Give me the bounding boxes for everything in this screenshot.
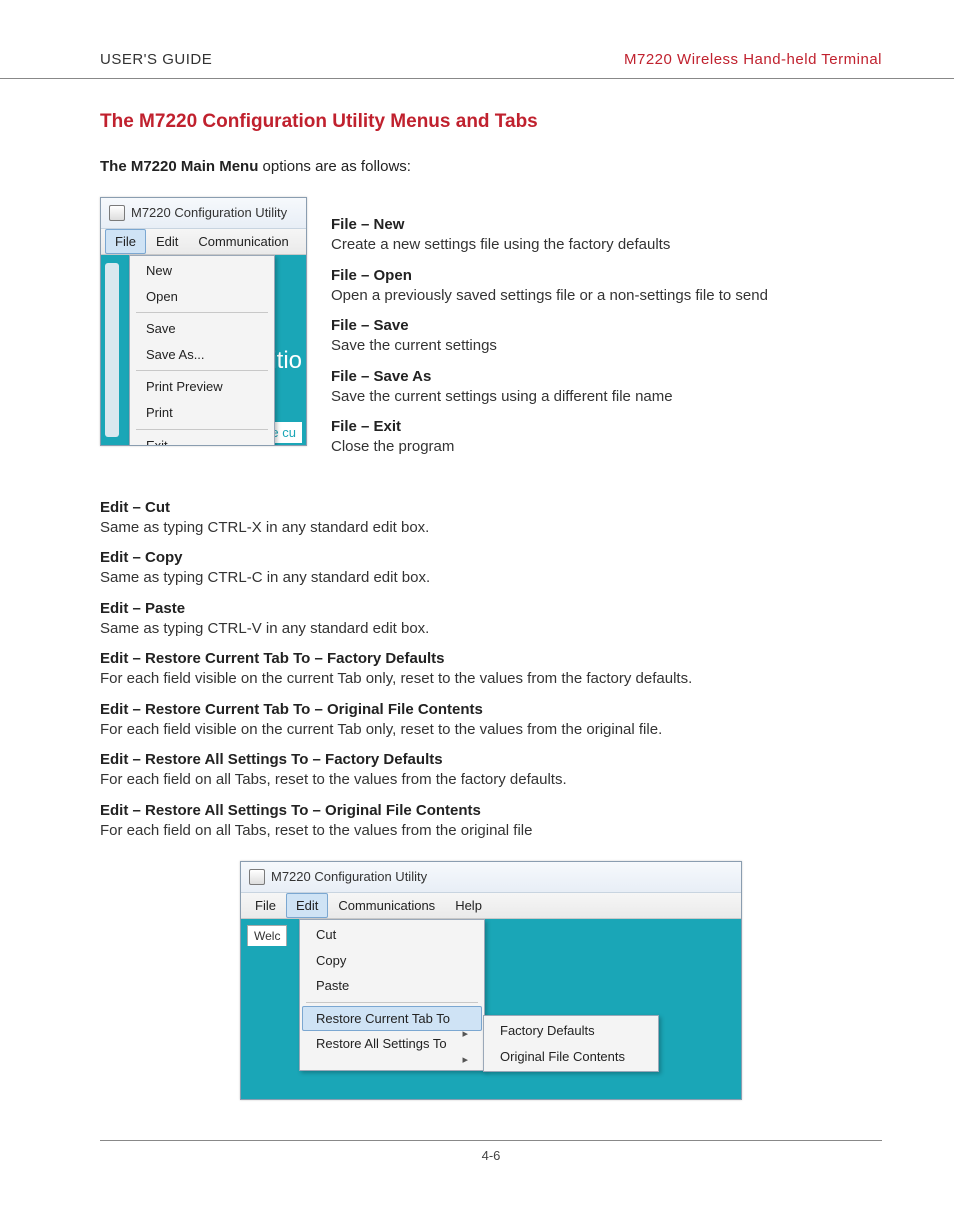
menu-separator xyxy=(136,312,268,313)
desc-item: Edit – Restore All Settings To – Factory… xyxy=(100,750,882,791)
desc-item: File – Save As Save the current settings… xyxy=(331,367,882,408)
window-titlebar: M7220 Configuration Utility xyxy=(101,198,306,229)
desc-item: File – Open Open a previously saved sett… xyxy=(331,266,882,307)
desc-title: Edit – Restore Current Tab To – Factory … xyxy=(100,649,882,669)
desc-title: File – Save As xyxy=(331,367,882,387)
screenshot-edit-wrap: M7220 Configuration Utility File Edit Co… xyxy=(100,861,882,1100)
page-header: USER'S GUIDE M7220 Wireless Hand-held Te… xyxy=(100,50,882,70)
desc-title: Edit – Copy xyxy=(100,548,882,568)
file-menu-descriptions: File – New Create a new settings file us… xyxy=(331,197,882,468)
menu-file[interactable]: File xyxy=(245,893,286,919)
window-body: itio Retrieve cu New Open Save Save As..… xyxy=(101,255,306,445)
menu-item-restore-all-settings[interactable]: Restore All Settings To xyxy=(302,1031,482,1057)
submenu-item-factory-defaults[interactable]: Factory Defaults xyxy=(486,1018,656,1044)
menu-separator xyxy=(136,370,268,371)
window-titlebar: M7220 Configuration Utility xyxy=(241,862,741,893)
menu-separator xyxy=(306,1002,478,1003)
intro-rest: options are as follows: xyxy=(258,158,411,175)
window-title: M7220 Configuration Utility xyxy=(271,868,427,886)
screenshot-file-menu: M7220 Configuration Utility File Edit Co… xyxy=(100,197,307,446)
menu-communications[interactable]: Communications xyxy=(328,893,445,919)
desc-item: Edit – Restore Current Tab To – Factory … xyxy=(100,649,882,690)
desc-text: For each field on all Tabs, reset to the… xyxy=(100,821,882,841)
menu-item-saveas[interactable]: Save As... xyxy=(132,342,272,368)
menubar: File Edit Communications Help xyxy=(241,893,741,920)
desc-text: Open a previously saved settings file or… xyxy=(331,286,882,306)
menu-item-open[interactable]: Open xyxy=(132,284,272,310)
menu-edit[interactable]: Edit xyxy=(146,229,188,255)
menu-separator xyxy=(136,429,268,430)
desc-text: Same as typing CTRL-V in any standard ed… xyxy=(100,619,882,639)
file-dropdown: New Open Save Save As... Print Preview P… xyxy=(129,255,275,445)
edit-menu-descriptions: Edit – Cut Same as typing CTRL-X in any … xyxy=(100,498,882,842)
menu-edit[interactable]: Edit xyxy=(286,893,328,919)
desc-item: Edit – Copy Same as typing CTRL-C in any… xyxy=(100,548,882,589)
desc-item: File – New Create a new settings file us… xyxy=(331,215,882,256)
menu-item-restore-current-tab[interactable]: Restore Current Tab To xyxy=(302,1006,482,1032)
desc-item: File – Exit Close the program xyxy=(331,417,882,458)
menubar: File Edit Communication xyxy=(101,229,306,256)
menu-item-copy[interactable]: Copy xyxy=(302,948,482,974)
menu-file[interactable]: File xyxy=(105,229,146,255)
desc-title: File – Exit xyxy=(331,417,882,437)
header-right: M7220 Wireless Hand-held Terminal xyxy=(624,50,882,70)
document-page: USER'S GUIDE M7220 Wireless Hand-held Te… xyxy=(0,0,954,1205)
edit-dropdown: Cut Copy Paste Restore Current Tab To Re… xyxy=(299,919,485,1071)
app-icon xyxy=(109,205,125,221)
menu-item-new[interactable]: New xyxy=(132,258,272,284)
header-rule xyxy=(0,78,954,79)
desc-text: For each field visible on the current Ta… xyxy=(100,720,882,740)
desc-text: For each field visible on the current Ta… xyxy=(100,669,882,689)
desc-item: Edit – Cut Same as typing CTRL-X in any … xyxy=(100,498,882,539)
intro-bold: The M7220 Main Menu xyxy=(100,158,258,175)
desc-text: Same as typing CTRL-C in any standard ed… xyxy=(100,568,882,588)
menu-item-exit[interactable]: Exit xyxy=(132,433,272,446)
desc-title: File – New xyxy=(331,215,882,235)
intro-paragraph: The M7220 Main Menu options are as follo… xyxy=(100,157,882,177)
window-body: Welc Cut Copy Paste Restore Current Tab … xyxy=(241,919,741,1099)
desc-item: Edit – Paste Same as typing CTRL-V in an… xyxy=(100,599,882,640)
window-title: M7220 Configuration Utility xyxy=(131,204,287,222)
app-icon xyxy=(249,869,265,885)
menu-item-printpreview[interactable]: Print Preview xyxy=(132,374,272,400)
desc-item: Edit – Restore Current Tab To – Original… xyxy=(100,700,882,741)
file-menu-block: M7220 Configuration Utility File Edit Co… xyxy=(100,197,882,468)
footer-rule xyxy=(100,1140,882,1141)
submenu-item-original-file-contents[interactable]: Original File Contents xyxy=(486,1044,656,1070)
desc-text: For each field on all Tabs, reset to the… xyxy=(100,770,882,790)
tab-fragment[interactable]: Welc xyxy=(247,925,287,946)
menu-item-paste[interactable]: Paste xyxy=(302,973,482,999)
section-title: The M7220 Configuration Utility Menus an… xyxy=(100,109,882,135)
desc-item: File – Save Save the current settings xyxy=(331,316,882,357)
desc-title: Edit – Restore All Settings To – Origina… xyxy=(100,801,882,821)
menu-item-save[interactable]: Save xyxy=(132,316,272,342)
desc-text: Same as typing CTRL-X in any standard ed… xyxy=(100,518,882,538)
desc-title: Edit – Restore Current Tab To – Original… xyxy=(100,700,882,720)
menu-item-cut[interactable]: Cut xyxy=(302,922,482,948)
desc-text: Close the program xyxy=(331,437,882,457)
desc-title: Edit – Paste xyxy=(100,599,882,619)
desc-text: Create a new settings file using the fac… xyxy=(331,235,882,255)
page-number: 4-6 xyxy=(100,1147,882,1165)
screenshot-edit-menu: M7220 Configuration Utility File Edit Co… xyxy=(240,861,742,1100)
side-strip xyxy=(105,263,119,437)
desc-item: Edit – Restore All Settings To – Origina… xyxy=(100,801,882,842)
desc-title: File – Save xyxy=(331,316,882,336)
desc-text: Save the current settings using a differ… xyxy=(331,387,882,407)
menu-communication[interactable]: Communication xyxy=(188,229,298,255)
menu-help[interactable]: Help xyxy=(445,893,492,919)
header-left: USER'S GUIDE xyxy=(100,50,212,70)
menu-item-print[interactable]: Print xyxy=(132,400,272,426)
desc-title: File – Open xyxy=(331,266,882,286)
restore-submenu: Factory Defaults Original File Contents xyxy=(483,1015,659,1072)
desc-text: Save the current settings xyxy=(331,336,882,356)
bg-text-fragment: itio xyxy=(271,345,302,377)
desc-title: Edit – Restore All Settings To – Factory… xyxy=(100,750,882,770)
desc-title: Edit – Cut xyxy=(100,498,882,518)
